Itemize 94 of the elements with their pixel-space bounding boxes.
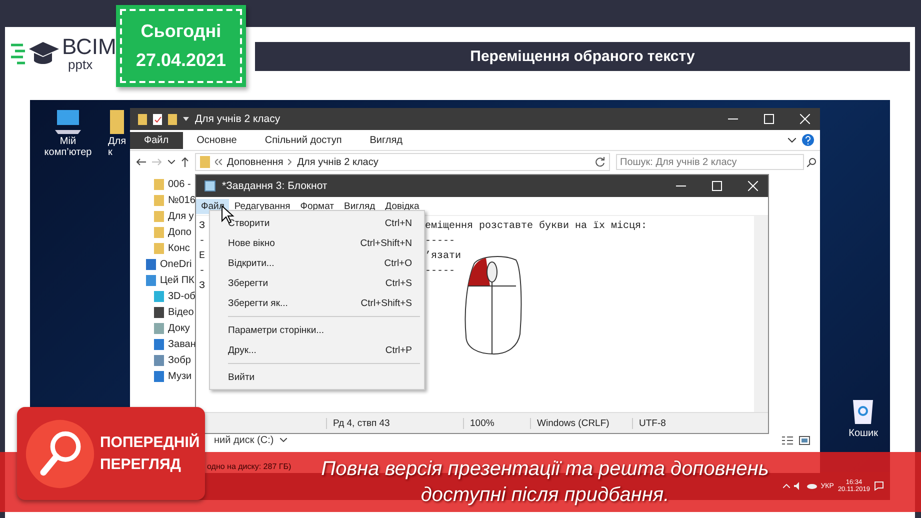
menu-item[interactable]: Вигляд [339, 198, 380, 214]
folder-icon [154, 243, 164, 254]
ribbon-tab[interactable]: Файл [130, 132, 183, 148]
sidebar-item[interactable]: Цей ПК [160, 275, 194, 286]
desktop-icon-label[interactable]: Мій комп’ютер [38, 136, 98, 158]
vertical-scrollbar[interactable] [754, 216, 768, 412]
sidebar-item[interactable]: Для у [168, 211, 194, 222]
preview-label: ПЕРЕГЛЯД [100, 454, 182, 474]
menu-item[interactable]: Параметри сторінки... [210, 320, 424, 340]
properties-icon[interactable] [153, 114, 162, 124]
sidebar-item[interactable]: Музи [168, 371, 192, 382]
text-line: - [199, 235, 206, 249]
chevron-right-icon [288, 159, 292, 165]
folder-icon [200, 156, 210, 168]
banner-message: Повна версія презентації та решта доповнень доступні після придбання. [320, 457, 770, 508]
ribbon-tab[interactable]: Основне [182, 132, 251, 148]
text-line: З [199, 220, 206, 234]
maximize-button[interactable] [712, 181, 722, 191]
magnifier-icon [25, 418, 95, 488]
menu-item[interactable]: Створити Ctrl+N [210, 213, 424, 233]
folder-icon [154, 227, 164, 238]
ribbon-tab[interactable]: Вигляд [356, 132, 417, 148]
notification-icon[interactable] [874, 481, 884, 491]
sidebar-item[interactable]: Конс [168, 243, 190, 254]
folder-icon[interactable] [168, 114, 177, 124]
logo-name: ВСІМ [62, 36, 116, 58]
window-title: *Завдання 3: Блокнот [222, 180, 328, 192]
sidebar-item[interactable]: Допо [168, 227, 192, 238]
text-line: ’язати [425, 250, 462, 264]
monitor-icon[interactable] [53, 108, 83, 136]
preview-label: ПОПЕРЕДНІЙ [100, 432, 200, 452]
status-text: UTF-8 [632, 418, 699, 428]
chevron-down-icon[interactable] [280, 438, 287, 442]
menu-item[interactable]: Формат [295, 198, 340, 214]
text-line: З [199, 280, 206, 294]
double-chevron-icon [215, 159, 222, 165]
search-field[interactable]: Пошук: Для учнів 2 класу [616, 154, 804, 170]
close-button[interactable] [748, 181, 758, 191]
address-bar[interactable]: Доповнення Для учнів 2 класу [195, 153, 610, 171]
sidebar-item[interactable]: 3D-об [168, 291, 196, 302]
sidebar-item[interactable]: №016 [168, 195, 196, 206]
path-segment[interactable]: Для учнів 2 класу [297, 156, 378, 168]
sidebar-item[interactable]: OneDri [160, 259, 192, 270]
chevron-up-icon[interactable] [782, 484, 790, 488]
caret-icon[interactable] [183, 116, 189, 122]
sidebar-item[interactable]: Заван [168, 339, 196, 350]
today-label: Сьогодні [140, 21, 222, 42]
refresh-icon[interactable] [595, 157, 605, 167]
sidebar-item[interactable]: Зобр [168, 355, 191, 366]
menu-item[interactable]: Відкрити... Ctrl+O [210, 253, 424, 273]
status-text: Рд 4, ствп 43 [326, 418, 463, 428]
recycle-bin-label[interactable]: Кошик [848, 428, 878, 439]
menu-item[interactable]: Зберегти як... Ctrl+Shift+S [210, 293, 424, 313]
drive-label: ний диск (C:) [214, 434, 274, 446]
status-text: одно на диску: 287 ГБ) [207, 462, 292, 470]
sidebar-item[interactable]: Відео [168, 307, 194, 318]
text-line: - [199, 265, 206, 279]
maximize-button[interactable] [764, 114, 774, 124]
text-line: Е [199, 250, 206, 264]
folder-icon [154, 195, 164, 206]
notepad-icon [204, 180, 216, 192]
logo-subtitle: pptx [68, 58, 94, 71]
folder-icon [154, 211, 164, 222]
date-text: 27.04.2021 [136, 50, 226, 71]
desktop-icon-label[interactable]: Для [108, 136, 126, 147]
up-arrow-icon[interactable] [181, 157, 189, 167]
chevron-down-icon[interactable] [168, 160, 175, 164]
path-segment[interactable]: Доповнення [227, 156, 284, 168]
status-text: Windows (CRLF) [530, 418, 632, 428]
folder-icon[interactable] [108, 108, 124, 136]
text-line: ----- [425, 235, 456, 249]
back-arrow-icon[interactable] [136, 158, 146, 166]
sidebar-item[interactable]: Доку [168, 323, 190, 334]
slide-title: Переміщення обраного тексту [470, 48, 695, 65]
folder-icon [154, 179, 164, 190]
folder-icon[interactable] [138, 114, 147, 124]
text-line: ----- [425, 265, 456, 279]
desktop-icon-label[interactable]: к [108, 147, 112, 158]
details-view-icon[interactable] [782, 436, 793, 444]
text-line: еміщення розставте букви на їх місця: [425, 220, 648, 234]
ribbon-tab[interactable]: Спільний доступ [250, 132, 356, 148]
help-icon[interactable] [802, 134, 814, 146]
menu-item[interactable]: Довідка [380, 198, 424, 214]
thumbnail-view-icon[interactable] [799, 436, 810, 444]
status-text: 100% [463, 418, 530, 428]
window-title: Для учнів 2 класу [195, 113, 280, 125]
menu-item[interactable]: Друк... Ctrl+P [210, 340, 424, 360]
chevron-down-icon[interactable] [788, 138, 796, 142]
close-button[interactable] [800, 114, 810, 124]
menu-item[interactable]: Зберегти Ctrl+S [210, 273, 424, 293]
menu-item[interactable]: Вийти [210, 367, 424, 387]
sidebar-item[interactable]: 006 - [168, 179, 191, 190]
menu-item[interactable]: Нове вікно Ctrl+Shift+N [210, 233, 424, 253]
search-icon[interactable] [807, 158, 816, 166]
